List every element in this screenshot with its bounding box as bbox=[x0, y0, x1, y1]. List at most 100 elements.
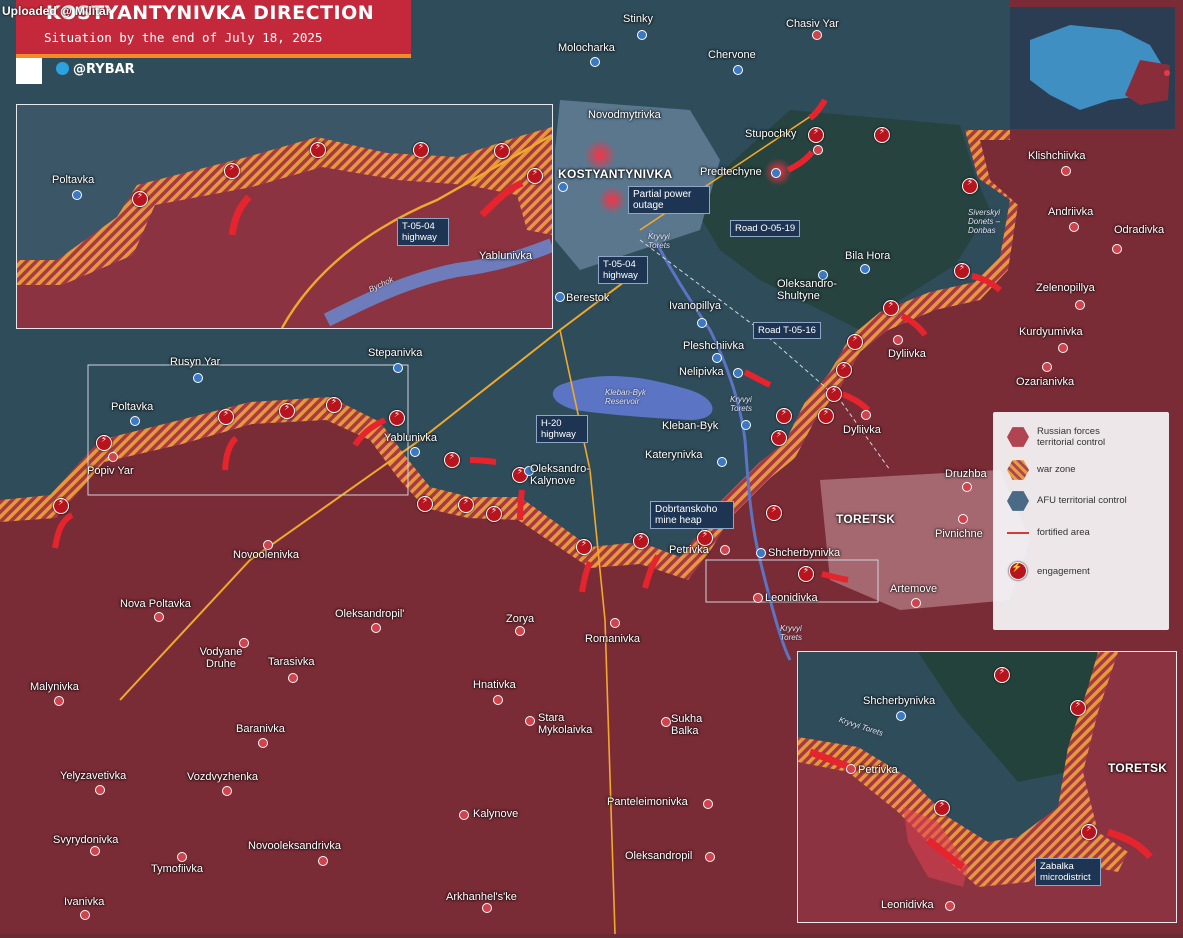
qr-code-icon[interactable] bbox=[16, 58, 42, 84]
town-label[interactable]: Oleksandro-Kalynove bbox=[530, 463, 600, 487]
town-label[interactable]: Bila Hora bbox=[845, 250, 890, 262]
town-marker bbox=[717, 457, 727, 467]
brand-handle[interactable]: @RYBAR bbox=[56, 62, 135, 77]
callout-mine-heap: Dobrtanskoho mine heap bbox=[650, 501, 734, 529]
town-label[interactable]: Yelyzavetivka bbox=[60, 770, 126, 782]
engagement-icon bbox=[994, 667, 1010, 683]
town-marker bbox=[80, 910, 90, 920]
callout-power-outage: Partial power outage bbox=[628, 186, 710, 214]
town-label[interactable]: Panteleimonivka bbox=[607, 796, 688, 808]
town-label[interactable]: Leonidivka bbox=[881, 899, 934, 911]
road-label-t0516: Road T-05-16 bbox=[753, 322, 821, 339]
town-label[interactable]: Svyrydonivka bbox=[53, 834, 118, 846]
town-marker bbox=[108, 452, 118, 462]
town-marker bbox=[756, 548, 766, 558]
town-marker bbox=[637, 30, 647, 40]
town-label[interactable]: Petrivka bbox=[858, 764, 898, 776]
town-label[interactable]: Popiv Yar bbox=[87, 465, 134, 477]
overview-map-marker bbox=[1164, 70, 1170, 76]
town-label[interactable]: Poltavka bbox=[111, 401, 153, 413]
town-label[interactable]: Stupochky bbox=[745, 128, 796, 140]
town-label[interactable]: Ivanivka bbox=[64, 896, 104, 908]
town-label[interactable]: Kleban-Byk bbox=[662, 420, 718, 432]
town-label[interactable]: Chasiv Yar bbox=[786, 18, 839, 30]
town-marker bbox=[893, 335, 903, 345]
town-label[interactable]: Klishchiivka bbox=[1028, 150, 1085, 162]
town-marker bbox=[54, 696, 64, 706]
town-label[interactable]: Pleshchiivka bbox=[683, 340, 744, 352]
town-label[interactable]: Zelenopillya bbox=[1036, 282, 1095, 294]
town-label[interactable]: Ozarianivka bbox=[1016, 376, 1074, 388]
town-label[interactable]: Novooleksandrivka bbox=[248, 840, 341, 852]
town-label[interactable]: Petrivka bbox=[669, 544, 709, 556]
town-label[interactable]: Novodmytrivka bbox=[588, 109, 661, 121]
town-label[interactable]: Leonidivka bbox=[765, 592, 818, 604]
town-label[interactable]: Oleksandropil bbox=[625, 850, 692, 862]
engagement-icon bbox=[1081, 824, 1097, 840]
town-label[interactable]: Dyliivka bbox=[888, 348, 926, 360]
town-label[interactable]: Pivnichne bbox=[935, 528, 983, 540]
town-label[interactable]: Shcherbynivka bbox=[863, 695, 935, 707]
town-label[interactable]: Rusyn Yar bbox=[170, 356, 220, 368]
town-label[interactable]: Nova Poltavka bbox=[120, 598, 191, 610]
engagement-icon bbox=[389, 410, 405, 426]
town-label[interactable]: Hnatіvka bbox=[473, 679, 516, 691]
town-label[interactable]: Vodyane Druhe bbox=[196, 646, 246, 670]
legend-label: fortified area bbox=[1037, 527, 1090, 538]
town-marker bbox=[958, 514, 968, 524]
town-label[interactable]: Arkhanhel's'ke bbox=[446, 891, 517, 903]
town-label[interactable]: Stara Mykolaivka bbox=[538, 712, 608, 736]
town-label[interactable]: Andriivka bbox=[1048, 206, 1093, 218]
town-label[interactable]: Odradivka bbox=[1114, 224, 1164, 236]
town-marker bbox=[193, 373, 203, 383]
city-label[interactable]: TORETSK bbox=[1108, 761, 1167, 775]
town-label[interactable]: Baranivka bbox=[236, 723, 285, 735]
town-label[interactable]: Novoolenivka bbox=[233, 549, 299, 561]
town-label[interactable]: Shcherbynivka bbox=[768, 547, 840, 559]
town-label[interactable]: Malynivka bbox=[30, 681, 79, 693]
city-label[interactable]: TORETSK bbox=[836, 512, 895, 526]
town-label[interactable]: Artemove bbox=[890, 583, 937, 595]
town-marker bbox=[288, 673, 298, 683]
town-label[interactable]: Romanivka bbox=[585, 633, 640, 645]
road-label-h20: H-20 highway bbox=[536, 415, 588, 443]
town-marker bbox=[753, 593, 763, 603]
town-marker bbox=[610, 618, 620, 628]
town-label[interactable]: Vozdvyzhenka bbox=[187, 771, 258, 783]
town-marker bbox=[177, 852, 187, 862]
legend-label: war zone bbox=[1037, 464, 1076, 475]
town-marker bbox=[154, 612, 164, 622]
town-marker bbox=[1069, 222, 1079, 232]
town-label[interactable]: Poltavka bbox=[52, 174, 94, 186]
town-label[interactable]: Dyliivka bbox=[843, 424, 881, 436]
town-label[interactable]: Sukha Balka bbox=[671, 713, 711, 737]
town-label[interactable]: Katerynivka bbox=[645, 449, 702, 461]
engagement-icon bbox=[218, 409, 234, 425]
town-label[interactable]: Yablunivka bbox=[479, 250, 532, 262]
town-label[interactable]: Yablunivka bbox=[384, 432, 437, 444]
town-marker bbox=[130, 416, 140, 426]
town-label[interactable]: Oleksandropil' bbox=[335, 608, 404, 620]
town-label[interactable]: Tarasivka bbox=[268, 656, 314, 668]
town-label[interactable]: Tymofiivka bbox=[151, 863, 203, 875]
engagement-icon bbox=[53, 498, 69, 514]
engagement-icon bbox=[486, 506, 502, 522]
town-marker bbox=[705, 852, 715, 862]
town-label[interactable]: Kurdyumivka bbox=[1019, 326, 1083, 338]
town-label[interactable]: Stinky bbox=[623, 13, 653, 25]
town-label[interactable]: Nelipivka bbox=[679, 366, 724, 378]
town-label[interactable]: Molocharka bbox=[558, 42, 615, 54]
town-label[interactable]: Druzhba bbox=[945, 468, 987, 480]
town-label[interactable]: Oleksandro-Shultyne bbox=[777, 278, 849, 302]
town-label[interactable]: Ivanopillya bbox=[669, 300, 721, 312]
town-label[interactable]: Zorya bbox=[506, 613, 534, 625]
town-label[interactable]: Berestok bbox=[566, 292, 609, 304]
town-label[interactable]: Stepanivka bbox=[368, 347, 422, 359]
city-label[interactable]: KOSTYANTYNIVKA bbox=[558, 167, 672, 181]
inset-map-toretsk bbox=[797, 651, 1177, 923]
town-label[interactable]: Chervone bbox=[708, 49, 756, 61]
town-label[interactable]: Kalynove bbox=[473, 808, 518, 820]
engagement-icon bbox=[1009, 562, 1027, 580]
engagement-icon bbox=[874, 127, 890, 143]
town-label[interactable]: Predtechyne bbox=[700, 166, 762, 178]
